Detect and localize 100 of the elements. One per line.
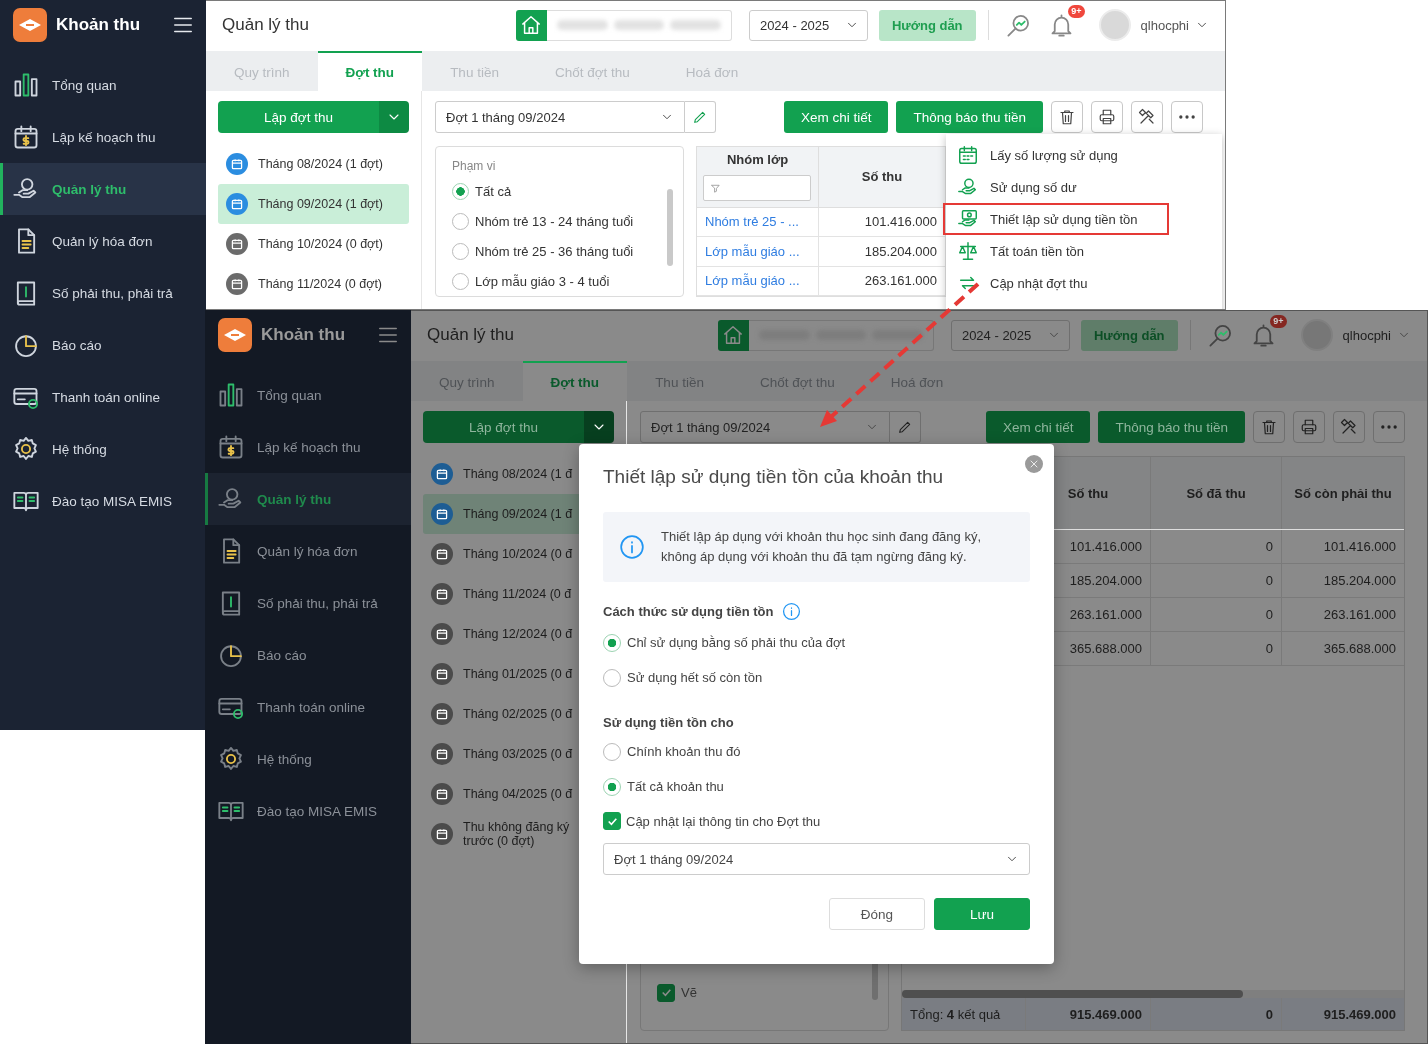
batch-select[interactable]: Đợt 1 tháng 09/2024 [435,101,685,133]
table-cell: 185.204.000 [864,243,937,259]
bar-chart-icon [217,381,245,409]
settings-icon [217,745,245,773]
avatar [1098,9,1131,41]
save-button[interactable]: Lưu [934,898,1030,930]
trash-icon [1058,107,1076,127]
sidebar-item[interactable]: Báo cáo [205,629,411,681]
notification-badge: 9+ [1068,4,1085,18]
menu-item[interactable]: Lấy số lượng sử dụng [943,139,1169,171]
printer-icon [1098,107,1116,127]
batch-list-item[interactable]: Tháng 09/2024 (1 đợt) [218,184,409,224]
sidebar-item[interactable]: Quản lý hóa đơn [205,525,411,577]
dropdown-button[interactable] [379,101,409,133]
close-button[interactable] [1025,455,1043,473]
page-title: Quản lý thu [222,15,310,35]
create-batch-button[interactable]: Lập đợt thu [423,411,584,443]
group-link[interactable]: Lớp mẫu giáo ... [705,243,800,259]
sidebar-item[interactable]: Đào tạo MISA EMIS [205,785,411,837]
total-cell: 915.469.000 [1069,1006,1142,1022]
calendar-icon [12,123,40,151]
delete-button[interactable] [1253,411,1285,443]
menu-item[interactable]: Sử dụng số dư [943,171,1169,203]
batch-select[interactable]: Đợt 1 tháng 09/2024 [603,843,1030,875]
trash-icon [1260,417,1278,437]
filter-field[interactable] [703,175,811,202]
create-batch-button[interactable]: Lập đợt thu [218,101,379,133]
group-link[interactable]: Lớp mẫu giáo ... [705,273,800,289]
funnel-icon [710,182,721,194]
menu-item[interactable]: Tất toán tiền tồn [943,235,1169,267]
action-button[interactable]: Xem chi tiết [985,411,1091,443]
sidebar-item[interactable]: Số phải thu, phải trả [0,267,206,319]
home-button[interactable] [717,319,749,351]
print-button[interactable] [1293,411,1325,443]
edit-button[interactable] [890,411,921,443]
more-button[interactable] [1373,411,1405,443]
table-cell: 101.416.000 [864,214,937,230]
sidebar-item[interactable]: Số phải thu, phải trả [205,577,411,629]
radio-option[interactable]: Nhóm trẻ 25 - 36 tháng tuổi [452,236,634,267]
settings-icon [12,435,40,463]
sidebar-item[interactable]: Quản lý hóa đơn [0,215,206,267]
sidebar-item[interactable]: Lập kế hoạch thu [205,421,411,473]
table-cell: 0 [1265,641,1273,656]
radio-option[interactable]: Nhóm trẻ 13 - 24 tháng tuổi [452,206,634,237]
tab[interactable]: Đợt thu [317,51,423,91]
tools-button[interactable] [1131,101,1163,133]
table-cell: 0 [1265,573,1273,588]
pencil-icon [692,109,708,125]
table-cell: 185.204.000 [1069,573,1142,588]
batch-list-item[interactable]: Tháng 11/2024 (0 đợt) [218,264,409,304]
notification-badge: 9+ [1270,314,1287,328]
sidebar-item[interactable]: Quản lý thu [0,163,206,215]
home-button[interactable] [515,9,547,41]
calendar-icon [217,433,245,461]
batch-list-item[interactable]: Tháng 10/2024 (0 đ [423,534,614,574]
dropdown-button[interactable] [584,411,614,443]
batch-select[interactable]: Đợt 1 tháng 09/2024 [640,411,890,443]
batch-list-item[interactable]: Tháng 10/2024 (0 đợt) [218,224,409,264]
school-field[interactable] [748,319,934,351]
delete-button[interactable] [1051,101,1083,133]
app-title: Khoản thu [261,325,347,345]
action-button[interactable]: Thông báo thu tiền [1098,411,1245,443]
sidebar-item[interactable]: Thanh toán online [205,681,411,733]
table-cell: 101.416.000 [1323,539,1396,554]
sidebar-item[interactable]: Tổng quan [205,369,411,421]
more-icon [1381,425,1397,429]
year-select[interactable]: 2024 - 2025 [748,9,868,41]
table-cell: 263.161.000 [864,273,937,289]
sidebar-item[interactable]: Báo cáo [0,319,206,371]
sidebar-item[interactable]: Tổng quan [0,59,206,111]
close-dialog-button[interactable]: Đóng [829,898,925,930]
year-select[interactable]: 2024 - 2025 [950,319,1070,351]
action-button[interactable]: Xem chi tiết [783,101,889,133]
table-cell: 263.161.000 [1069,607,1142,622]
sidebar-item[interactable]: Thanh toán online [0,371,206,423]
radio-option[interactable]: Lớp mẫu giáo 3 - 4 tuổi [452,266,610,296]
print-button[interactable] [1091,101,1123,133]
batch-list-item[interactable]: Tháng 08/2024 (1 đợt) [218,144,409,184]
result-count: Tổng: 4 kết quả [910,1006,1001,1022]
close-icon [1028,458,1040,470]
sidebar-item[interactable]: Hệ thống [0,423,206,475]
user-name[interactable]: qlhocphi [1140,17,1189,33]
more-button[interactable] [1171,101,1203,133]
table-cell: 365.688.000 [1069,641,1142,656]
scrollbar[interactable] [667,189,673,266]
home-icon [722,324,745,346]
checkbox-option[interactable]: Vẽ [657,975,697,1010]
menu-item[interactable]: Thiết lập sử dụng tiền tồn [943,203,1169,235]
sidebar-item[interactable]: Quản lý thu [205,473,411,525]
home-icon [520,14,543,36]
group-link[interactable]: Nhóm trẻ 25 - ... [705,214,799,230]
sidebar-item[interactable]: Lập kế hoạch thu [0,111,206,163]
action-button[interactable]: Thông báo thu tiền [896,101,1043,133]
sidebar-item[interactable]: Hệ thống [205,733,411,785]
user-name[interactable]: qlhocphi [1342,327,1391,343]
scrollbar[interactable] [902,990,1404,998]
tools-button[interactable] [1333,411,1365,443]
sidebar-item[interactable]: Đào tạo MISA EMIS [0,475,206,527]
menu-item[interactable]: Cập nhật đợt thu [943,267,1169,299]
radio-option[interactable]: Tất cả [452,177,512,207]
